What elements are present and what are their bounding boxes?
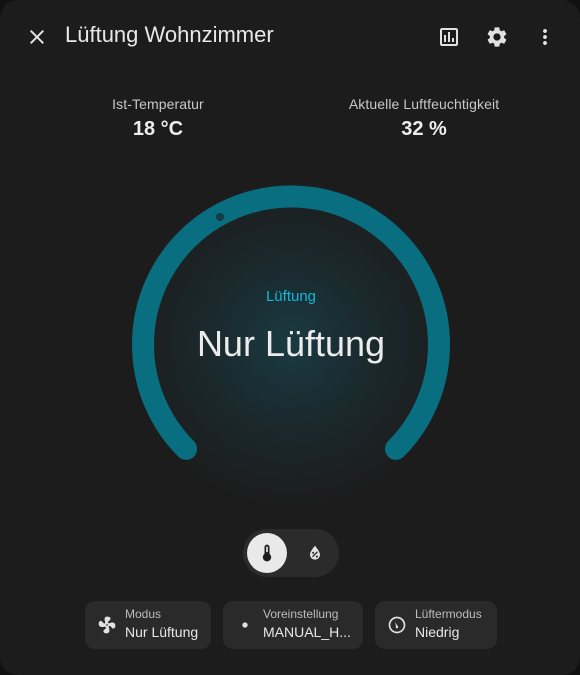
dialog-header: Lüftung Wohnzimmer	[0, 0, 580, 72]
current-temperature-label: Ist-Temperatur	[112, 96, 204, 112]
current-temperature-value: 18 °C	[132, 118, 184, 140]
preset-chip-title: Voreinstellung	[263, 607, 339, 621]
dial-state: Nur Lüftung	[196, 323, 386, 364]
fan-mode-chip-title: Lüftermodus	[415, 607, 482, 621]
close-button[interactable]	[17, 17, 57, 57]
gear-icon	[487, 27, 507, 47]
view-toggle	[243, 529, 339, 577]
more-info-dialog: Lüftung Wohnzimmer Ist-Temperatur 18 °C …	[0, 0, 580, 675]
dialog-title: Lüftung Wohnzimmer	[65, 22, 274, 47]
preset-chip[interactable]: Voreinstellung MANUAL_H...	[223, 601, 363, 649]
fan-speed-icon	[387, 615, 407, 635]
current-temperature: Ist-Temperatur 18 °C	[98, 96, 218, 141]
fan-mode-chip[interactable]: Lüftermodus Niedrig	[375, 601, 497, 649]
current-humidity-label: Aktuelle Luftfeuchtigkeit	[348, 96, 500, 112]
thermometer-icon	[262, 544, 272, 562]
fan-mode-chip-value: Niedrig	[415, 624, 460, 640]
current-humidity-value: 32 %	[401, 118, 447, 140]
mode-chip[interactable]: Modus Nur Lüftung	[85, 601, 211, 649]
dial-label: Lüftung	[265, 288, 317, 305]
dot-icon	[235, 615, 255, 635]
settings-button[interactable]	[477, 17, 517, 57]
dots-vertical-icon	[543, 29, 547, 45]
temperature-view-toggle[interactable]	[247, 533, 287, 573]
more-options-button[interactable]	[525, 17, 565, 57]
fan-icon	[97, 615, 117, 635]
dial-marker	[216, 213, 224, 221]
water-percent-icon	[310, 545, 320, 560]
mode-chip-value: Nur Lüftung	[125, 624, 199, 640]
mode-chip-title: Modus	[125, 607, 162, 621]
chart-bar-icon	[440, 28, 458, 46]
preset-chip-value: MANUAL_H...	[263, 624, 351, 640]
humidity-view-toggle[interactable]	[295, 533, 335, 573]
current-humidity: Aktuelle Luftfeuchtigkeit 32 %	[324, 96, 524, 141]
close-icon	[30, 30, 44, 44]
climate-dial: Lüftung Nur Lüftung	[130, 182, 452, 504]
history-button[interactable]	[429, 17, 469, 57]
